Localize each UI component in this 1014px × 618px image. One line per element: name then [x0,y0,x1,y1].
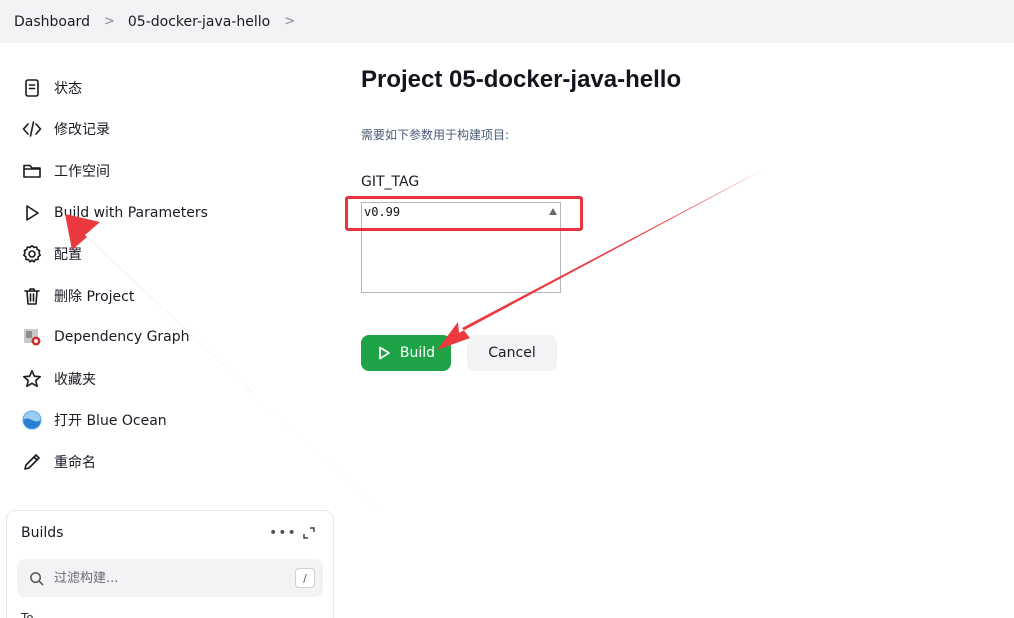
builds-title: Builds [21,525,64,541]
builds-panel: Builds ••• / To [6,510,334,618]
sidebar-item-label: 工作空间 [54,164,110,180]
play-icon [379,346,390,360]
gear-icon [20,242,44,266]
breadcrumb-separator: > [103,14,115,29]
sidebar-item-delete-project[interactable]: 删除 Project [20,283,134,309]
sidebar-item-label: Dependency Graph [54,329,190,345]
parameters-description: 需要如下参数用于构建项目: [361,128,510,142]
sidebar-item-label: Build with Parameters [54,205,208,221]
breadcrumb: Dashboard > 05-docker-java-hello > [0,0,1014,43]
blue-ocean-icon [20,408,44,432]
breadcrumb-separator[interactable]: > [284,14,295,29]
sidebar-item-label: 重命名 [54,455,96,471]
pencil-icon [20,450,44,474]
sidebar-item-label: 删除 Project [54,289,135,305]
sidebar-item-build-with-parameters[interactable]: Build with Parameters [20,200,208,226]
more-options-icon[interactable]: ••• [269,525,297,541]
sidebar-item-favorites[interactable]: 收藏夹 [20,366,96,392]
trash-icon [20,284,44,308]
breadcrumb-dashboard[interactable]: Dashboard [14,14,90,30]
sidebar-item-configure[interactable]: 配置 [20,241,82,267]
builds-list-partial: To [21,611,34,618]
annotation-arrow-to-sidebar [65,214,410,540]
sidebar-item-blue-ocean[interactable]: 打开 Blue Ocean [20,407,167,433]
cancel-button[interactable]: Cancel [467,335,557,371]
build-filter: / [17,559,323,597]
sidebar-item-changes[interactable]: 修改记录 [20,116,110,142]
build-button[interactable]: Build [361,335,451,371]
sidebar-item-rename[interactable]: 重命名 [20,449,96,475]
build-button-label: Build [399,345,436,361]
sidebar-item-label: 配置 [54,247,82,263]
scroll-up-arrow-icon[interactable] [549,208,557,215]
search-icon [30,571,44,586]
sidebar-item-label: 状态 [54,81,82,97]
git-tag-input[interactable]: v0.99 [362,203,560,292]
breadcrumb-project[interactable]: 05-docker-java-hello [128,14,270,30]
dependency-graph-icon [20,325,44,349]
folder-icon [20,159,44,183]
page-title: Project 05-docker-java-hello [361,66,682,93]
sidebar-item-status[interactable]: 状态 [20,75,82,101]
code-icon [20,117,44,141]
expand-icon[interactable] [303,527,315,539]
document-icon [20,76,44,100]
keyboard-shortcut-badge: / [295,568,315,588]
star-icon [20,367,44,391]
sidebar-item-label: 收藏夹 [54,372,96,388]
parameter-name: GIT_TAG [361,174,420,190]
sidebar-item-label: 修改记录 [54,122,110,138]
git-tag-field: v0.99 [361,202,561,293]
build-filter-input[interactable] [54,570,284,586]
play-icon [20,201,44,225]
sidebar-item-label: 打开 Blue Ocean [54,413,167,429]
sidebar-item-dependency-graph[interactable]: Dependency Graph [20,324,190,350]
sidebar-item-workspace[interactable]: 工作空间 [20,158,110,184]
